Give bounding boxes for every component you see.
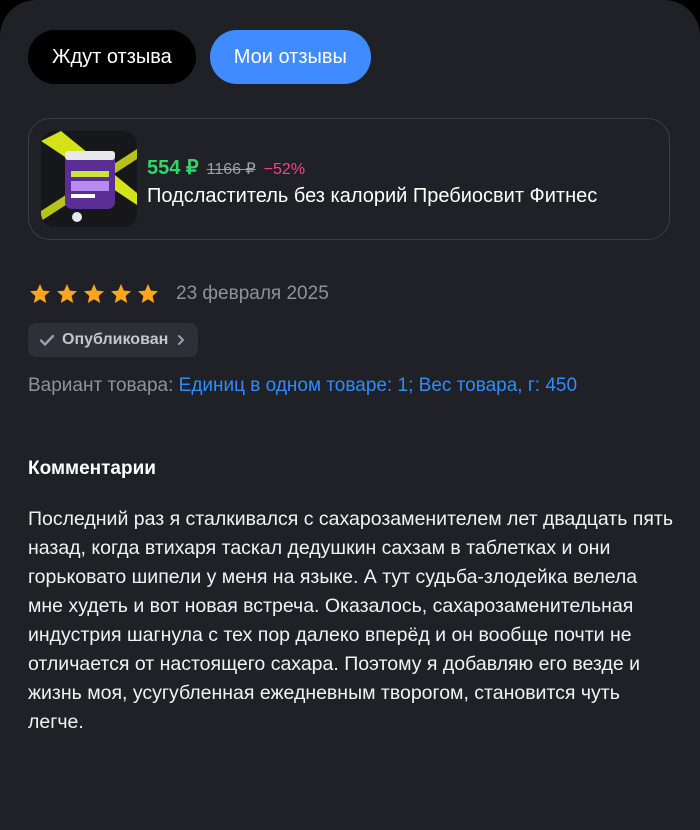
star-icon xyxy=(138,284,158,303)
product-title[interactable]: Подсластитель без калорий Пребиосвит Фит… xyxy=(147,185,647,208)
tab-awaiting-review[interactable]: Ждут отзыва xyxy=(28,30,196,84)
price-row: 554 ₽ 1166 ₽ −52% xyxy=(147,155,305,180)
star-icon xyxy=(84,284,104,303)
tab-my-reviews[interactable]: Мои отзывы xyxy=(209,30,371,84)
star-rating xyxy=(28,282,160,306)
old-price: 1166 ₽ xyxy=(206,161,256,178)
status-label: Опубликован xyxy=(62,331,169,348)
status-badge[interactable]: Опубликован xyxy=(28,323,199,357)
variant-label: Вариант товара: xyxy=(28,375,174,396)
rating-row: 23 февраля 2025 xyxy=(28,282,329,306)
variant-value: Единиц в одном товаре: 1; Вес товара, г:… xyxy=(178,375,578,396)
star-icon xyxy=(57,284,77,303)
star-icon xyxy=(111,284,131,303)
review-tabs: Ждут отзыва Мои отзывы xyxy=(28,30,371,84)
chevron-right-icon xyxy=(178,335,185,345)
review-date: 23 февраля 2025 xyxy=(176,283,329,304)
product-variant: Вариант товара: Единиц в одном товаре: 1… xyxy=(28,372,673,399)
check-icon xyxy=(39,334,55,346)
product-card[interactable]: 554 ₽ 1166 ₽ −52% Подсластитель без кало… xyxy=(28,118,670,240)
current-price: 554 ₽ xyxy=(147,157,199,179)
product-thumbnail xyxy=(41,131,137,227)
star-icon xyxy=(30,284,50,303)
review-comment: Последний раз я сталкивался с сахарозаме… xyxy=(28,508,673,733)
comments-heading: Комментарии xyxy=(28,458,156,479)
reviews-panel: Ждут отзыва Мои отзывы 554 ₽ 1166 ₽ −52%… xyxy=(0,0,700,830)
discount-badge: −52% xyxy=(263,161,306,178)
